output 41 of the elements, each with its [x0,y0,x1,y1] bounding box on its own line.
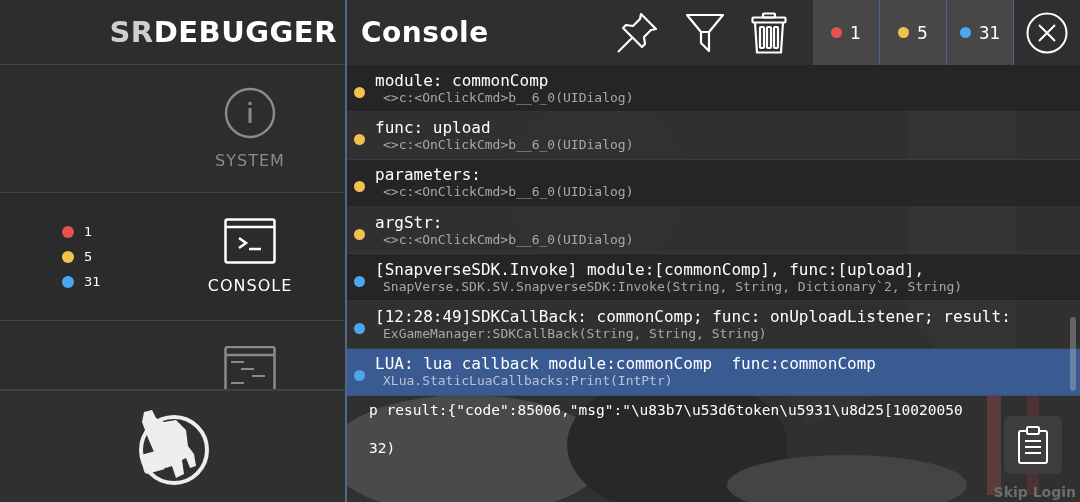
log-message: parameters: [375,165,482,185]
scrollbar-thumb[interactable] [1070,317,1076,391]
log-message: argStr: [375,212,444,232]
clipboard-icon [1017,426,1049,465]
stack-trace: <>c:<OnClickCmd>b__6_0(UIDialog) [382,89,634,106]
log-message: [SnapverseSDK.Invoke] module:[commonComp], func:[upload], [375,259,926,279]
stack-trace: XLua.StaticLuaCallbacks:Print(IntPtr) [382,373,674,390]
count-label: 31 [978,22,1001,43]
log-entry[interactable]: module: commonComp <>c:<OnClickCmd>b__6_0(UIDialog) [347,65,1080,113]
logo-text: SRDEBUGGER [109,15,337,49]
terminal-icon [224,218,276,264]
panel-title: Console [361,16,490,49]
stack-trace: <>c:<OnClickCmd>b__6_0(UIDialog) [382,136,634,153]
count-label: 1 [84,224,93,239]
log-entry[interactable]: [12:28:49]SDKCallBack: commonComp; func: onUploadListener; result: ExGameManager:SDKCallBack(String, String, String) [347,301,1080,349]
stack-trace: ExGameManager:SDKCallBack(String, String, String) [382,326,768,343]
skip-login-text: Skip Login [993,484,1076,500]
log-entry[interactable]: func: upload <>c:<OnClickCmd>b__6_0(UIDialog) [347,112,1080,160]
log-message: func: upload [375,117,492,137]
count-label: 5 [84,249,93,264]
window-list-icon [224,346,276,389]
stack-trace: SnapVerse.SDK.SV.SnapverseSDK:Invoke(String, String, Dictionary`2, String) [382,278,963,295]
log-filter-button[interactable]: 5 [880,0,947,65]
log-entry[interactable]: LUA: lua callback module:commonComp func:commonComp XLua.StaticLuaCallbacks:Print(IntPtr) [347,348,1080,397]
log-filter-button[interactable]: 31 [947,0,1014,65]
stack-trace: <>c:<OnClickCmd>b__6_0(UIDialog) [382,184,634,201]
log-entry[interactable]: parameters: <>c:<OnClickCmd>b__6_0(UIDialog) [347,159,1080,207]
log-entry[interactable]: argStr: <>c:<OnClickCmd>b__6_0(UIDialog) [347,206,1080,255]
detail-text: p result:{"code":85006,"msg":"\u83b7\u53d6token\u5931\u8d25[10020050 [369,402,964,419]
log-message: LUA: lua callback module:commonComp func:commonComp [375,354,876,374]
log-message: module: commonComp [375,70,550,90]
detail-text: 32) [369,440,397,457]
count-label: 5 [917,22,928,43]
log-message: [12:28:49]SDKCallBack: commonComp; func: onUploadListener; result: [375,307,1011,327]
log-filter-button[interactable]: 1 [813,0,880,65]
log-entry[interactable]: [SnapverseSDK.Invoke] module:[commonComp], func:[upload], SnapVerse.SDK.SV.SnapverseSDK:Invoke(String, String, Dictionary`2, String) [347,254,1080,302]
copy-button[interactable] [1004,416,1062,475]
stack-trace: <>c:<OnClickCmd>b__6_0(UIDialog) [382,231,634,248]
info-icon [224,87,276,139]
count-label: 1 [850,22,861,43]
count-label: 31 [84,274,101,289]
